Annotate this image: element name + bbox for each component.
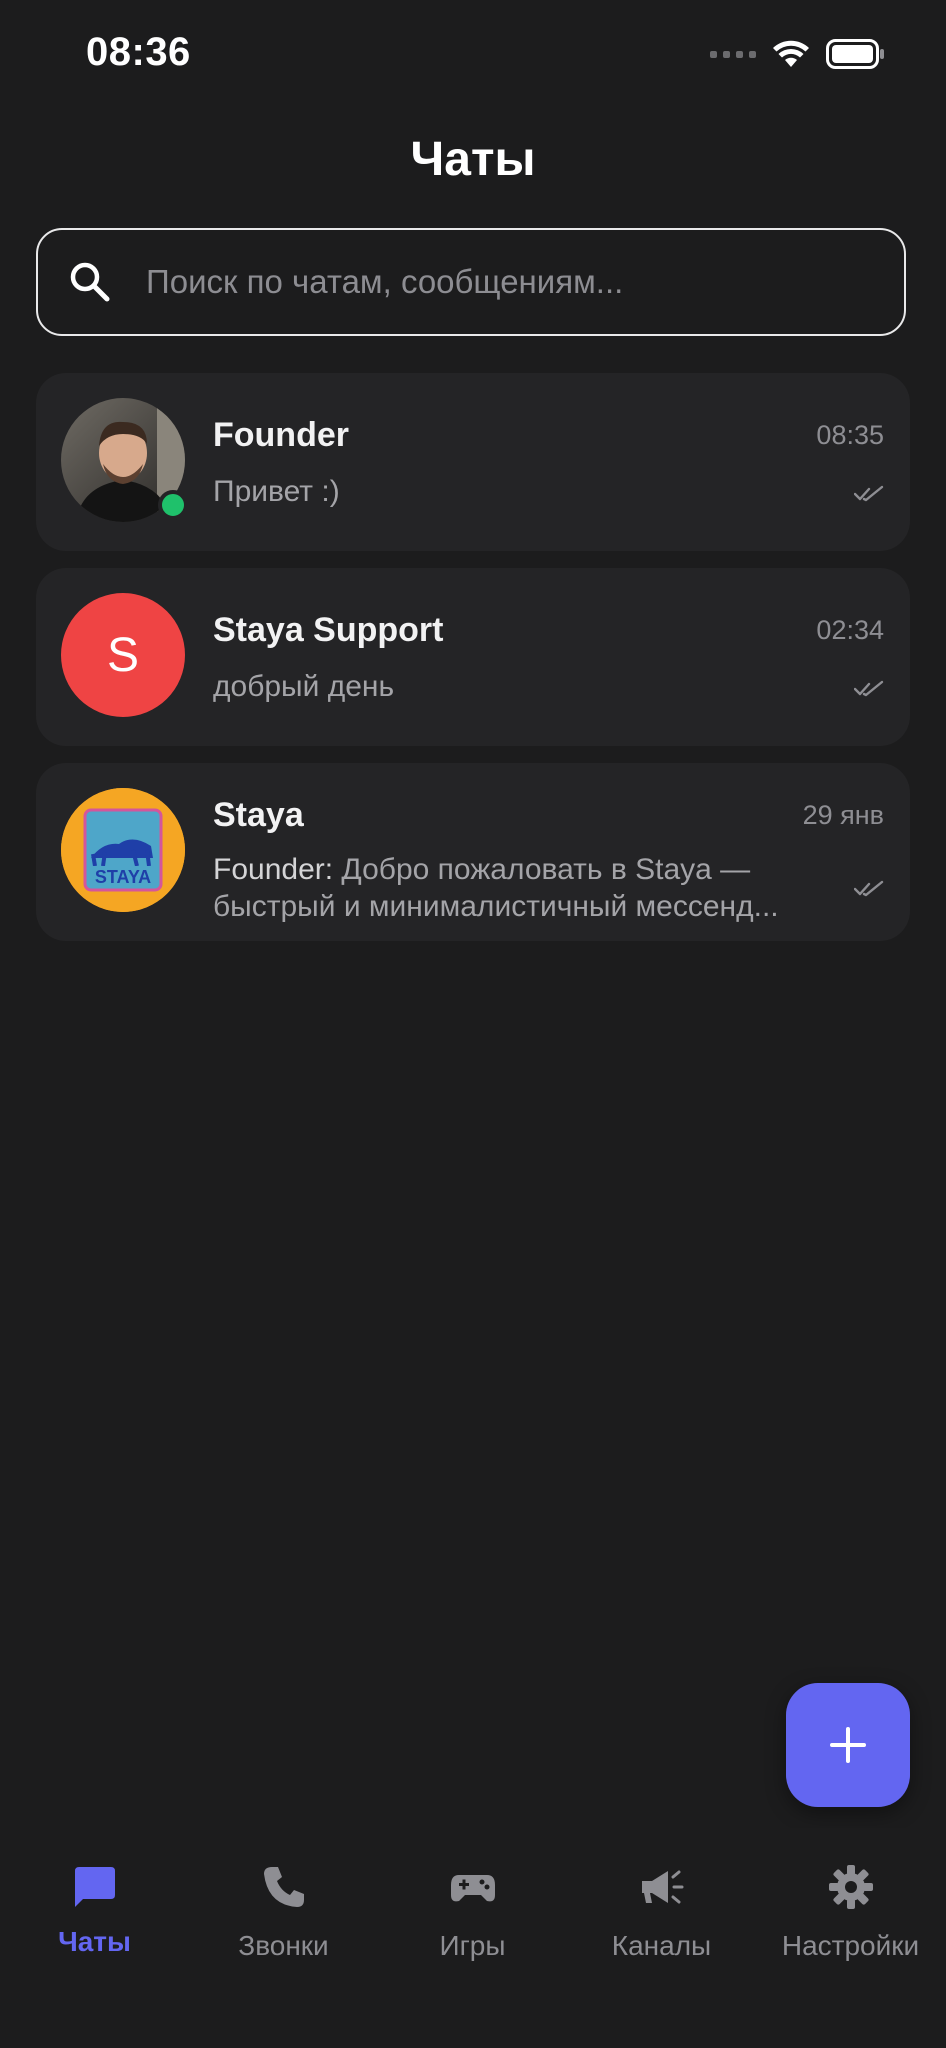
- chat-time: 29 янв: [802, 800, 884, 830]
- double-check-icon: [854, 680, 884, 697]
- megaphone-icon: [641, 1870, 683, 1904]
- new-chat-button[interactable]: [786, 1683, 910, 1807]
- gear-icon: [828, 1865, 873, 1909]
- chat-item-staya[interactable]: STAYA Staya 29 янв Founder: Добро пожало…: [36, 763, 910, 941]
- cellular-signal-icon: [710, 50, 756, 58]
- tab-channels[interactable]: Каналы: [567, 1828, 756, 1968]
- tab-label: Игры: [439, 1930, 506, 1961]
- status-bar: 08:36: [0, 0, 946, 110]
- search-icon: [68, 260, 112, 304]
- chat-item-founder[interactable]: Founder 08:35 Привет :): [36, 373, 910, 551]
- search-bar[interactable]: [36, 228, 906, 336]
- battery-icon: [826, 39, 884, 69]
- tab-calls[interactable]: Звонки: [189, 1828, 378, 1968]
- avatar-container: STAYA: [61, 788, 185, 912]
- chat-last-message: добрый день: [213, 670, 395, 703]
- message-line-2: быстрый и минималистичный мессенд...: [213, 890, 779, 923]
- bottom-nav: Чаты Звонки Игры Каналы Настройки: [0, 1828, 946, 2048]
- message-line-1: Добро пожаловать в Staya —: [341, 853, 751, 886]
- phone-icon: [263, 1867, 304, 1907]
- avatar: S: [61, 593, 185, 717]
- chat-name: Staya Support: [213, 611, 444, 649]
- tab-label: Звонки: [238, 1930, 329, 1961]
- chat-last-message: Привет :): [213, 475, 340, 508]
- double-check-icon: [854, 880, 884, 897]
- chat-time: 02:34: [816, 615, 884, 645]
- double-check-icon: [854, 485, 884, 502]
- chat-item-staya-support[interactable]: S Staya Support 02:34 добрый день: [36, 568, 910, 746]
- status-icons: [710, 36, 886, 72]
- search-input[interactable]: [144, 262, 888, 302]
- staya-logo-icon: STAYA: [61, 788, 185, 912]
- page-title: Чаты: [410, 133, 536, 186]
- online-indicator: [158, 490, 188, 520]
- avatar-logo-text: STAYA: [95, 867, 151, 887]
- chat-time: 08:35: [816, 420, 884, 450]
- avatar: STAYA: [61, 788, 185, 912]
- avatar-letter: S: [106, 628, 139, 682]
- plus-icon: [830, 1727, 866, 1763]
- avatar-container: S: [61, 593, 185, 717]
- tab-games[interactable]: Игры: [378, 1828, 567, 1968]
- chat-name: Staya: [213, 796, 304, 834]
- tab-label: Чаты: [58, 1926, 131, 1957]
- wifi-icon: [773, 40, 809, 67]
- tab-settings[interactable]: Настройки: [756, 1828, 945, 1968]
- status-time: 08:36: [86, 30, 191, 74]
- gamepad-icon: [450, 1875, 495, 1902]
- chat-name: Founder: [213, 416, 349, 454]
- chat-bubble-icon: [74, 1867, 115, 1907]
- avatar-container: [61, 398, 188, 522]
- message-sender: Founder:: [213, 853, 334, 886]
- chat-last-message: Founder: Добро пожаловать в Staya — быст…: [213, 851, 833, 925]
- tab-chats[interactable]: Чаты: [0, 1828, 189, 1968]
- tab-label: Настройки: [781, 1930, 920, 1961]
- tab-label: Каналы: [611, 1930, 712, 1961]
